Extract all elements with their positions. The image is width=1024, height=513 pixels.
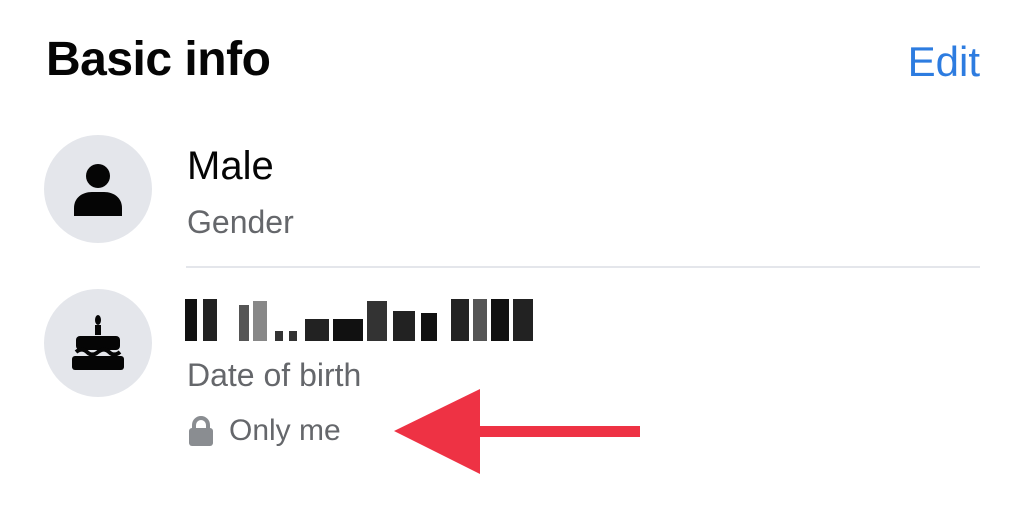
gender-value: Male [187, 144, 274, 188]
date-of-birth-label: Date of birth [187, 357, 362, 393]
person-icon [74, 164, 122, 216]
gender-icon-badge [44, 135, 152, 243]
lock-icon [189, 416, 213, 446]
birthday-icon-badge [44, 289, 152, 397]
section-title: Basic info [46, 33, 271, 86]
annotation-arrow-icon [394, 389, 640, 474]
privacy-label: Only me [229, 414, 341, 447]
edit-button[interactable]: Edit [908, 38, 980, 86]
divider [186, 266, 980, 268]
gender-label: Gender [187, 204, 294, 240]
privacy-setting[interactable]: Only me [187, 414, 341, 448]
date-of-birth-value-redacted [185, 291, 533, 341]
cake-icon [72, 315, 124, 370]
